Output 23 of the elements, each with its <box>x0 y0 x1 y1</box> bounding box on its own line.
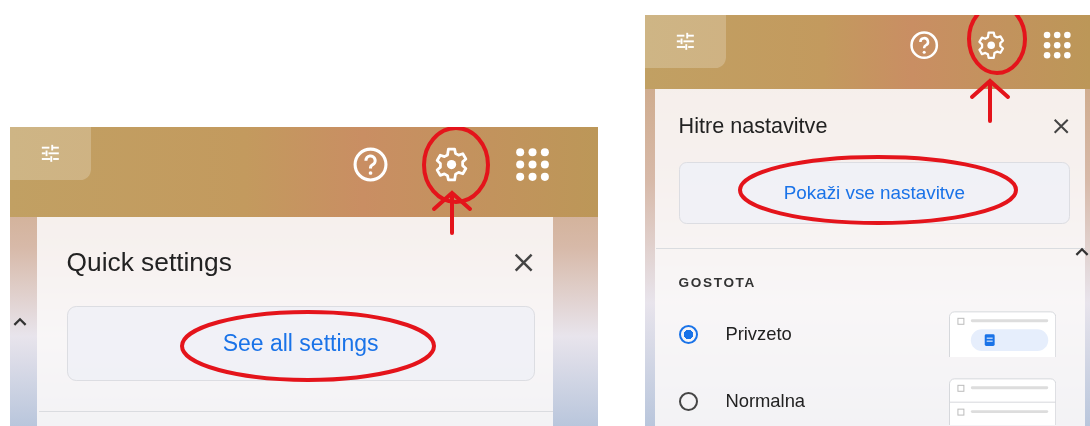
sliders-icon <box>39 142 62 165</box>
apps-grid-icon[interactable] <box>1042 30 1073 61</box>
section-heading: GOSTOTA <box>678 275 757 291</box>
annotation-arrow <box>970 78 1010 123</box>
apps-grid-icon[interactable] <box>514 145 552 183</box>
sliders-icon <box>674 30 697 53</box>
panel-title: Hitre nastavitve <box>678 113 828 140</box>
scroll-up-icon[interactable] <box>13 317 27 326</box>
help-icon[interactable] <box>909 30 940 61</box>
filter-button[interactable] <box>10 127 92 180</box>
see-all-settings-button[interactable]: Pokaži vse nastavitve <box>678 162 1071 225</box>
annotation-arrow <box>432 190 472 235</box>
option-label: Privzeto <box>725 323 793 346</box>
radio-button[interactable] <box>678 324 698 344</box>
help-icon[interactable] <box>352 145 390 183</box>
density-preview-icon <box>949 310 1057 358</box>
radio-button[interactable] <box>678 391 698 411</box>
panel-title: Quick settings <box>66 246 232 278</box>
filter-button[interactable] <box>645 15 727 68</box>
scroll-up-icon[interactable] <box>1075 247 1089 256</box>
settings-icon[interactable] <box>975 30 1006 61</box>
option-label: Normalna <box>725 390 807 413</box>
see-all-settings-button[interactable]: See all settings <box>66 305 535 382</box>
